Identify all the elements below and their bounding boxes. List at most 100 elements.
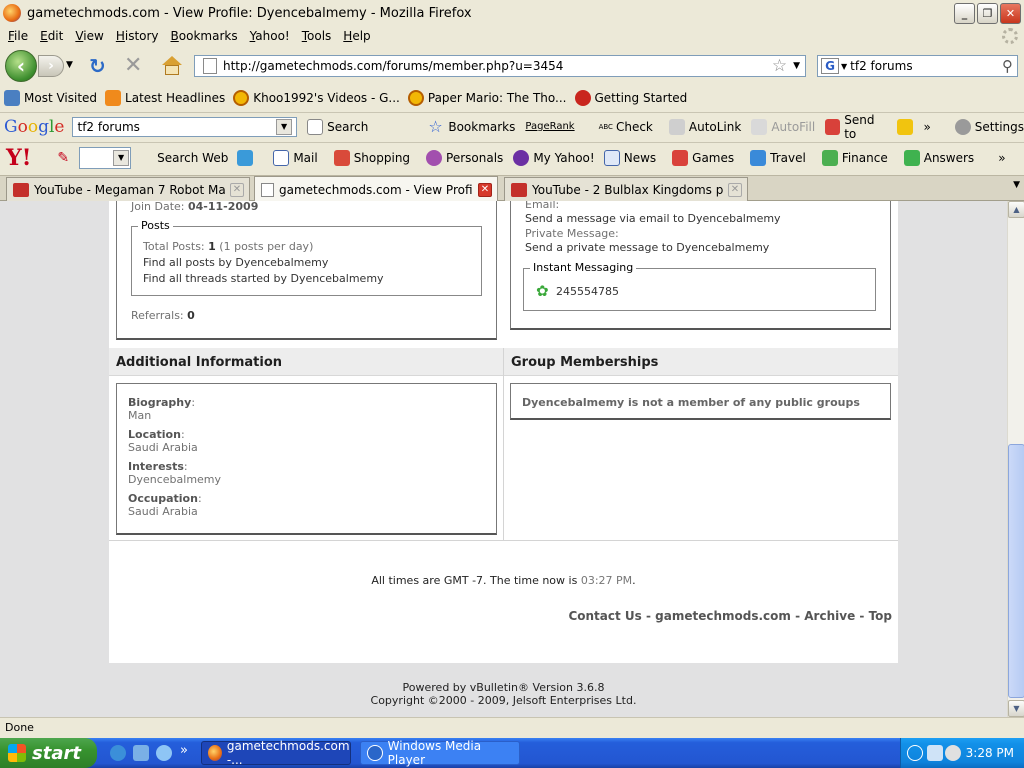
search-quicklaunch-icon[interactable]	[156, 745, 172, 761]
bookmark-star-icon[interactable]: ☆	[772, 56, 787, 76]
tab-close-icon[interactable]: ✕	[230, 182, 244, 197]
minimize-button[interactable]: _	[954, 3, 975, 24]
google-search-dropdown-icon[interactable]: ▼	[276, 118, 293, 135]
contact-us-link[interactable]: Contact Us	[568, 609, 641, 623]
scrollbar-thumb[interactable]	[1008, 444, 1024, 698]
url-input[interactable]: http://gametechmods.com/forums/member.ph…	[223, 59, 772, 73]
url-dropdown-icon[interactable]: ▼	[793, 61, 800, 71]
google-autofill-button[interactable]: AutoFill	[751, 118, 815, 135]
tray-expand-icon[interactable]	[907, 745, 923, 761]
menu-tools[interactable]: Tools	[296, 29, 338, 43]
bookmark-most-visited[interactable]: Most Visited	[4, 90, 97, 106]
desktop-quicklaunch-icon[interactable]	[133, 745, 149, 761]
google-pagerank[interactable]: PageRank	[525, 121, 574, 132]
google-check-button[interactable]: ABC Check	[599, 120, 653, 134]
tab-close-icon[interactable]: ✕	[728, 182, 742, 197]
find-threads-link[interactable]: Find all threads started by Dyencebalmem…	[143, 272, 384, 285]
yahoo-my-yahoo-button[interactable]: My Yahoo!	[513, 149, 595, 166]
google-autolink-button[interactable]: AutoLink	[668, 118, 741, 135]
interests-value: Dyencebalmemy	[128, 473, 222, 486]
close-window-button[interactable]: ✕	[1000, 3, 1021, 24]
tab-list-dropdown-icon[interactable]: ▼	[1013, 180, 1020, 190]
current-time: 03:27 PM	[580, 574, 633, 587]
reload-icon[interactable]: ↻	[89, 56, 109, 76]
star-icon: ☆	[428, 116, 443, 136]
email-link[interactable]: Send a message via email to Dyencebalmem…	[525, 212, 781, 225]
scroll-up-icon[interactable]: ▲	[1008, 201, 1024, 218]
menu-history[interactable]: History	[110, 29, 165, 43]
url-bar[interactable]: http://gametechmods.com/forums/member.ph…	[194, 55, 806, 77]
yahoo-search-web-button[interactable]: Search Web	[157, 151, 228, 165]
yahoo-logo[interactable]: Y!	[6, 145, 31, 171]
ie-quicklaunch-icon[interactable]	[110, 745, 126, 761]
menu-bookmarks[interactable]: Bookmarks	[165, 29, 244, 43]
bookmark-khoo-videos[interactable]: Khoo1992's Videos - G...	[233, 90, 400, 106]
start-button[interactable]: start	[0, 738, 97, 768]
taskbar-media-player[interactable]: Windows Media Player	[360, 739, 520, 767]
google-engine-icon[interactable]: G	[821, 58, 839, 74]
status-bar: Done	[0, 717, 1024, 738]
google-settings-button[interactable]: Settings	[954, 118, 1024, 135]
forward-button[interactable]: ›	[38, 55, 64, 77]
menu-yahoo[interactable]: Yahoo!	[244, 29, 296, 43]
home-icon[interactable]	[161, 54, 183, 76]
yahoo-select-dropdown-icon[interactable]: ▼	[113, 149, 130, 166]
page-icon	[203, 58, 217, 74]
yahoo-pencil-icon[interactable]: ✎	[57, 150, 69, 166]
tab-close-icon[interactable]: ✕	[478, 182, 492, 197]
network-icon[interactable]	[927, 745, 943, 761]
search-input[interactable]: tf2 forums	[850, 59, 1002, 73]
bookmark-getting-started[interactable]: Getting Started	[574, 90, 687, 106]
taskbar-firefox[interactable]: gametechmods.com -...	[201, 739, 351, 767]
yahoo-news-button[interactable]: News	[603, 149, 656, 166]
engine-dropdown-icon[interactable]: ▼	[841, 62, 847, 71]
google-more-button[interactable]: »	[923, 120, 930, 134]
bookmark-paper-mario[interactable]: Paper Mario: The Tho...	[407, 90, 567, 106]
vertical-scrollbar[interactable]: ▲ ▼	[1007, 201, 1024, 717]
menu-view[interactable]: View	[69, 29, 109, 43]
archive-link[interactable]: Archive	[804, 609, 855, 623]
yahoo-finance-button[interactable]: Finance	[821, 149, 888, 166]
search-box[interactable]: G ▼ tf2 forums ⚲	[817, 55, 1018, 77]
menu-file[interactable]: File	[2, 29, 34, 43]
yahoo-travel-button[interactable]: Travel	[750, 149, 806, 166]
top-link[interactable]: Top	[869, 609, 892, 623]
google-bookmarks-button[interactable]: ☆ Bookmarks	[428, 116, 515, 136]
pm-link[interactable]: Send a private message to Dyencebalmemy	[525, 241, 769, 254]
yahoo-games-button[interactable]: Games	[672, 149, 734, 166]
tab-youtube-bulblax[interactable]: YouTube - 2 Bulblax Kingdoms playing a..…	[504, 177, 748, 201]
tab-gametechmods[interactable]: gametechmods.com - View Profil... ✕	[254, 176, 498, 202]
tab-youtube-megaman[interactable]: YouTube - Megaman 7 Robot Master's ... ✕	[6, 177, 250, 201]
google-logo[interactable]: Google	[4, 117, 64, 137]
yahoo-personals-button[interactable]: Personals	[426, 149, 503, 166]
scroll-down-icon[interactable]: ▼	[1008, 700, 1024, 717]
history-dropdown-icon[interactable]: ▼	[66, 60, 73, 70]
shopping-icon	[333, 149, 350, 166]
icq-number[interactable]: 245554785	[556, 285, 619, 298]
menu-help[interactable]: Help	[337, 29, 376, 43]
yahoo-shopping-button[interactable]: Shopping	[333, 149, 410, 166]
mail-icon	[273, 149, 290, 166]
home-site-link[interactable]: gametechmods.com	[655, 609, 791, 623]
bookmark-latest-headlines[interactable]: Latest Headlines	[105, 90, 225, 106]
status-text: Done	[5, 721, 34, 734]
yahoo-antispy-icon[interactable]	[237, 149, 257, 166]
restore-button[interactable]: ❐	[977, 3, 998, 24]
quicklaunch-more[interactable]: »	[180, 743, 188, 758]
highlight-icon[interactable]	[897, 118, 917, 135]
google-search-input[interactable]: tf2 forums ▼	[72, 116, 298, 137]
occupation-value: Saudi Arabia	[128, 505, 198, 518]
yahoo-search-select[interactable]: ▼	[79, 146, 132, 169]
menu-edit[interactable]: Edit	[34, 29, 69, 43]
back-button[interactable]: ‹	[5, 50, 37, 82]
yahoo-more-button[interactable]: »	[998, 151, 1005, 165]
google-search-button[interactable]: Search	[307, 118, 368, 135]
stop-icon[interactable]: ✕	[124, 55, 146, 77]
yahoo-answers-button[interactable]: Answers	[903, 149, 974, 166]
search-icon[interactable]: ⚲	[1002, 57, 1013, 75]
clock[interactable]: 3:28 PM	[966, 746, 1014, 760]
find-posts-link[interactable]: Find all posts by Dyencebalmemy	[143, 256, 328, 269]
google-sendto-button[interactable]: Send to	[825, 113, 887, 141]
yahoo-mail-button[interactable]: Mail	[273, 149, 318, 166]
volume-icon[interactable]	[945, 745, 961, 761]
